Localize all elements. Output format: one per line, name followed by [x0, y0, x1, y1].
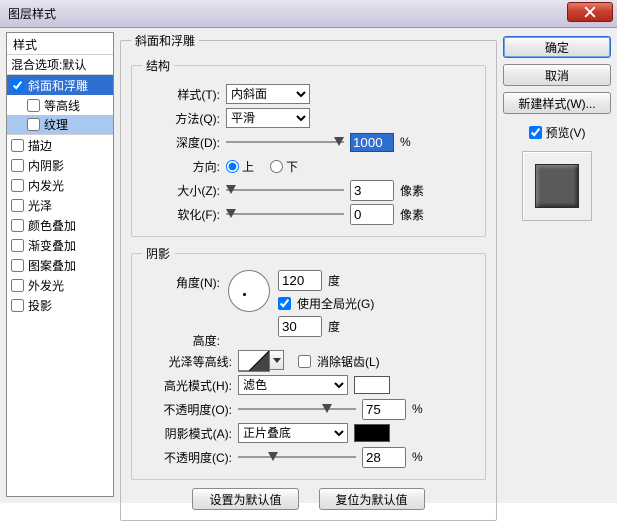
shadow-mode-select[interactable]: 正片叠底: [238, 423, 348, 443]
reset-default-button[interactable]: 复位为默认值: [319, 488, 425, 510]
highlight-opacity-unit: %: [412, 402, 442, 416]
shadow-color-swatch[interactable]: [354, 424, 390, 442]
angle-input[interactable]: [278, 270, 322, 291]
highlight-mode-select[interactable]: 滤色: [238, 375, 348, 395]
close-button[interactable]: [567, 2, 613, 22]
style-item-contour[interactable]: 等高线: [7, 95, 113, 115]
direction-up[interactable]: 上: [226, 158, 254, 175]
bevel-group: 斜面和浮雕 结构 样式(T): 内斜面 方法(Q): 平滑 深度(D):: [120, 32, 497, 521]
structure-title: 结构: [142, 57, 174, 74]
gloss-contour-label: 光泽等高线:: [142, 353, 232, 370]
style-check-outer-glow[interactable]: [11, 279, 24, 292]
angle-unit: 度: [328, 272, 340, 289]
window-title: 图层样式: [8, 5, 56, 22]
style-check-pattern-overlay[interactable]: [11, 259, 24, 272]
depth-label: 深度(D):: [142, 134, 220, 151]
highlight-mode-label: 高光模式(H):: [142, 377, 232, 394]
style-item-color-overlay[interactable]: 颜色叠加: [7, 215, 113, 235]
titlebar: 图层样式: [0, 0, 617, 28]
chevron-down-icon: [270, 350, 284, 370]
technique-select[interactable]: 平滑: [226, 108, 310, 128]
shadow-opacity-input[interactable]: [362, 447, 406, 468]
highlight-opacity-label: 不透明度(O):: [142, 401, 232, 418]
style-item-bevel[interactable]: 斜面和浮雕: [7, 75, 113, 95]
altitude-input[interactable]: [278, 316, 322, 337]
style-label: 样式(T):: [142, 86, 220, 103]
size-slider[interactable]: [226, 183, 344, 197]
altitude-label: 高度:: [142, 332, 220, 349]
depth-slider[interactable]: [226, 135, 344, 149]
preview-check[interactable]: [529, 126, 542, 139]
depth-unit: %: [400, 135, 430, 149]
style-check-color-overlay[interactable]: [11, 219, 24, 232]
style-item-pattern-overlay[interactable]: 图案叠加: [7, 255, 113, 275]
style-item-stroke[interactable]: 描边: [7, 135, 113, 155]
direction-up-radio[interactable]: [226, 160, 239, 173]
antialias-check[interactable]: [298, 355, 311, 368]
size-label: 大小(Z):: [142, 182, 220, 199]
shadow-opacity-label: 不透明度(C):: [142, 449, 232, 466]
size-unit: 像素: [400, 182, 430, 199]
cancel-button[interactable]: 取消: [503, 64, 611, 86]
structure-group: 结构 样式(T): 内斜面 方法(Q): 平滑 深度(D):: [131, 57, 486, 237]
contour-swatch: [238, 350, 270, 372]
size-input[interactable]: [350, 180, 394, 201]
style-item-drop-shadow[interactable]: 投影: [7, 295, 113, 315]
technique-label: 方法(Q):: [142, 110, 220, 127]
angle-picker[interactable]: [228, 270, 270, 312]
style-select[interactable]: 内斜面: [226, 84, 310, 104]
shading-group: 阴影 角度(N): 高度: 度: [131, 245, 486, 480]
preview-swatch: [535, 164, 579, 208]
style-check-stroke[interactable]: [11, 139, 24, 152]
antialias-option[interactable]: 消除锯齿(L): [298, 349, 380, 373]
soften-label: 软化(F):: [142, 206, 220, 223]
ok-button[interactable]: 确定: [503, 36, 611, 58]
direction-down-radio[interactable]: [270, 160, 283, 173]
style-check-inner-shadow[interactable]: [11, 159, 24, 172]
style-check-drop-shadow[interactable]: [11, 299, 24, 312]
direction-label: 方向:: [142, 158, 220, 175]
shading-title: 阴影: [142, 245, 174, 262]
altitude-unit: 度: [328, 318, 340, 335]
style-check-gradient-overlay[interactable]: [11, 239, 24, 252]
global-light-option[interactable]: 使用全局光(G): [278, 294, 374, 312]
bevel-group-title: 斜面和浮雕: [131, 32, 199, 49]
style-item-texture[interactable]: 纹理: [7, 115, 113, 135]
close-icon: [584, 6, 596, 18]
gloss-contour-picker[interactable]: [238, 350, 284, 372]
style-list-header[interactable]: 样式: [7, 35, 113, 55]
preview-option[interactable]: 预览(V): [503, 124, 611, 141]
depth-input[interactable]: [350, 133, 394, 152]
shadow-opacity-unit: %: [412, 450, 442, 464]
style-item-outer-glow[interactable]: 外发光: [7, 275, 113, 295]
direction-down[interactable]: 下: [270, 158, 298, 175]
preview-swatch-container: [522, 151, 592, 221]
angle-label: 角度(N):: [142, 274, 220, 296]
style-check-texture[interactable]: [27, 118, 40, 131]
style-item-inner-glow[interactable]: 内发光: [7, 175, 113, 195]
highlight-color-swatch[interactable]: [354, 376, 390, 394]
style-item-inner-shadow[interactable]: 内阴影: [7, 155, 113, 175]
make-default-button[interactable]: 设置为默认值: [192, 488, 298, 510]
soften-slider[interactable]: [226, 207, 344, 221]
style-check-inner-glow[interactable]: [11, 179, 24, 192]
soften-unit: 像素: [400, 206, 430, 223]
shadow-mode-label: 阴影模式(A):: [142, 425, 232, 442]
highlight-opacity-slider[interactable]: [238, 402, 356, 416]
style-item-satin[interactable]: 光泽: [7, 195, 113, 215]
highlight-opacity-input[interactable]: [362, 399, 406, 420]
style-item-blending-defaults[interactable]: 混合选项:默认: [7, 55, 113, 75]
style-list: 样式 混合选项:默认 斜面和浮雕 等高线 纹理 描边 内阴影 内发光: [6, 32, 114, 497]
new-style-button[interactable]: 新建样式(W)...: [503, 92, 611, 114]
style-item-gradient-overlay[interactable]: 渐变叠加: [7, 235, 113, 255]
soften-input[interactable]: [350, 204, 394, 225]
global-light-check[interactable]: [278, 297, 291, 310]
shadow-opacity-slider[interactable]: [238, 450, 356, 464]
style-check-contour[interactable]: [27, 99, 40, 112]
style-check-satin[interactable]: [11, 199, 24, 212]
style-check-bevel[interactable]: [11, 79, 24, 92]
